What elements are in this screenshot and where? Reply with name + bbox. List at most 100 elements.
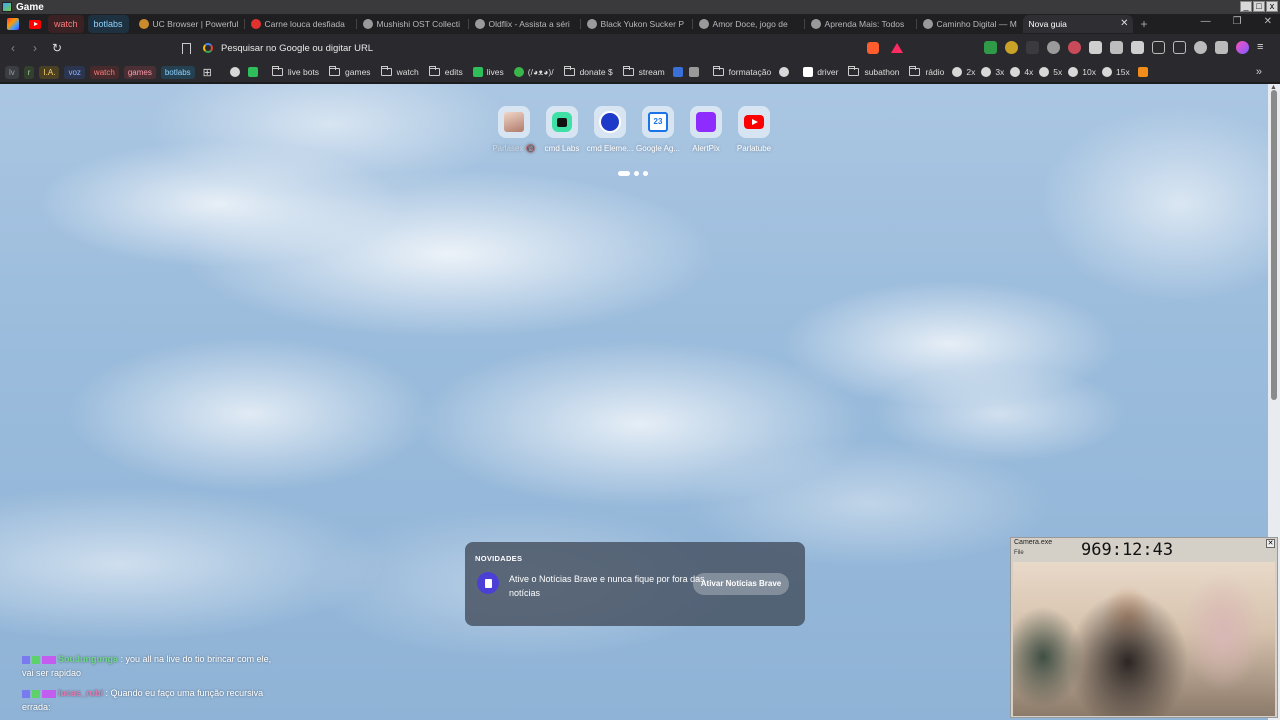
minimize-icon[interactable]: _: [1240, 1, 1252, 12]
extension-grid-icon[interactable]: [1110, 41, 1123, 54]
menu-icon[interactable]: ≡: [1257, 41, 1270, 54]
bookmark-chip[interactable]: I.A.: [39, 65, 60, 79]
bookmark-3x[interactable]: 3x: [981, 67, 1004, 77]
round-icon: [952, 67, 963, 77]
close-tab-icon[interactable]: ✕: [1120, 18, 1128, 29]
bookmark-chip[interactable]: botlabs: [160, 65, 195, 79]
bookmark-green-button[interactable]: [247, 67, 262, 77]
bookmark-donate[interactable]: donate $: [563, 66, 613, 77]
vpn-shield-icon[interactable]: [1215, 41, 1228, 54]
brave-shields-icon[interactable]: [867, 42, 879, 54]
page-dot[interactable]: [618, 171, 630, 176]
bookmark-games[interactable]: games: [329, 66, 371, 77]
youtube-icon: [744, 115, 764, 129]
profile-icon[interactable]: [1236, 41, 1249, 54]
bookmark-driver[interactable]: driver: [803, 67, 838, 77]
camera-window-title: Camera.exe: [1014, 539, 1053, 546]
back-button[interactable]: ‹: [4, 41, 22, 55]
wallet-icon[interactable]: [1173, 41, 1186, 54]
bookmark-stream[interactable]: stream: [622, 66, 665, 77]
bookmark-2x[interactable]: 2x: [952, 67, 975, 77]
camera-menu-file[interactable]: File: [1014, 550, 1024, 556]
bookmark-5x[interactable]: 5x: [1039, 67, 1062, 77]
top-site-alertpix[interactable]: AlertPix: [686, 106, 726, 153]
bookmark-blue-button[interactable]: [672, 67, 687, 77]
sidebar-icon[interactable]: [1152, 41, 1165, 54]
tab-mushishi[interactable]: Mushishi OST Collecti: [357, 15, 469, 33]
tab-nova-guia[interactable]: Nova guia ✕: [1022, 15, 1133, 33]
bookmark-chip[interactable]: watch: [89, 65, 119, 79]
bookmark-emote[interactable]: (/◕ᴥ◕)/: [513, 67, 554, 77]
bookmark-edits[interactable]: edits: [428, 66, 463, 77]
bookmark-subathon[interactable]: subathon: [848, 66, 899, 77]
top-site-parlatube[interactable]: Parlatube: [734, 106, 774, 153]
restore-icon[interactable]: ❐: [1233, 16, 1242, 27]
pinned-tab-youtube[interactable]: [26, 16, 44, 32]
leo-icon[interactable]: [1194, 41, 1207, 54]
news-title: NOVIDADES: [475, 554, 523, 563]
folder-icon: [563, 66, 575, 76]
bookmark-chip[interactable]: lv: [5, 65, 19, 79]
page-dot[interactable]: [643, 171, 648, 176]
bookmark-radio[interactable]: rádio: [909, 66, 944, 77]
tab-uc-browser[interactable]: UC Browser | Powerful: [133, 15, 245, 33]
tab-carne-louca[interactable]: Carne louca desfiada: [245, 15, 357, 33]
chat-badges-icon: [22, 655, 56, 664]
top-site-cmd-element[interactable]: cmd Eleme...: [587, 106, 633, 153]
apps-grid-icon[interactable]: ⊞: [203, 66, 212, 79]
extension-record-icon[interactable]: [1068, 41, 1081, 54]
bookmark-formatacao[interactable]: formatação: [712, 66, 771, 77]
forward-button[interactable]: ›: [26, 41, 44, 55]
close-icon[interactable]: ✕: [1264, 16, 1272, 27]
bookmark-orange-button[interactable]: [1137, 67, 1152, 77]
bookmark-4x[interactable]: 4x: [1010, 67, 1033, 77]
close-icon[interactable]: ✕: [1266, 539, 1275, 548]
bookmark-icon[interactable]: [182, 42, 191, 57]
scrollbar-thumb[interactable]: [1271, 90, 1277, 400]
page-dot[interactable]: [634, 171, 639, 176]
tab-amor-doce[interactable]: Amor Doce, jogo de: [693, 15, 805, 33]
tab-title: Nova guia: [1028, 19, 1067, 29]
bookmarks-bar: lv r I.A. voz watch games botlabs ⊞ live…: [0, 62, 1280, 82]
extension-gray-icon[interactable]: [1047, 41, 1060, 54]
tab-group-botlabs[interactable]: botlabs: [87, 15, 129, 33]
bookmark-chip[interactable]: voz: [64, 65, 85, 79]
maximize-icon[interactable]: □: [1253, 1, 1265, 12]
bookmark-live-bots[interactable]: live bots: [271, 66, 319, 77]
uc-browser-icon: [138, 19, 149, 29]
tab-title: Caminho Digital — M: [936, 19, 1017, 29]
brave-rewards-icon[interactable]: [891, 43, 903, 53]
more-bookmarks-icon[interactable]: »: [1256, 66, 1262, 78]
extension-camera-icon[interactable]: [1131, 41, 1144, 54]
minimize-icon[interactable]: —: [1201, 16, 1211, 27]
reload-button[interactable]: ↻: [48, 41, 66, 55]
tab-title: Black Yukon Sucker P: [600, 19, 685, 29]
bookmark-chip[interactable]: games: [123, 65, 156, 79]
extension-coin-icon[interactable]: [1005, 41, 1018, 54]
tab-black-yukon[interactable]: Black Yukon Sucker P: [581, 15, 693, 33]
close-icon[interactable]: x: [1266, 1, 1278, 12]
top-site-parlasex[interactable]: Parlasex 🔞: [492, 106, 536, 153]
bookmark-chip[interactable]: r: [23, 65, 35, 79]
globe-icon: [698, 19, 709, 29]
tab-group-watch[interactable]: watch: [48, 15, 84, 33]
extension-dark-icon[interactable]: [1026, 41, 1039, 54]
tab-caminho-digital[interactable]: Caminho Digital — M: [917, 15, 1023, 33]
bookmark-lives[interactable]: lives: [472, 67, 504, 77]
bookmark-10x[interactable]: 10x: [1068, 67, 1096, 77]
bookmark-round-button[interactable]: [779, 67, 793, 77]
tab-aprenda-mais[interactable]: Aprenda Mais: Todos: [805, 15, 917, 33]
bookmark-15x[interactable]: 15x: [1102, 67, 1130, 77]
bookmark-gray-button[interactable]: [688, 67, 703, 77]
extension-image-icon[interactable]: [1089, 41, 1102, 54]
brave-menu-button[interactable]: [4, 16, 22, 32]
new-tab-button[interactable]: +: [1141, 17, 1148, 31]
top-site-cmd-labs[interactable]: cmd Labs: [542, 106, 582, 153]
top-site-google-agenda[interactable]: 23 Google Ag...: [636, 106, 680, 153]
address-bar[interactable]: Pesquisar no Google ou digitar URL: [203, 37, 863, 59]
enable-brave-news-button[interactable]: Ativar Notícias Brave: [693, 573, 789, 595]
extension-green-icon[interactable]: [984, 41, 997, 54]
bookmark-round-button[interactable]: [229, 67, 244, 77]
bookmark-watch[interactable]: watch: [380, 66, 419, 77]
tab-oldflix[interactable]: Oldflix - Assista a séri: [469, 15, 581, 33]
